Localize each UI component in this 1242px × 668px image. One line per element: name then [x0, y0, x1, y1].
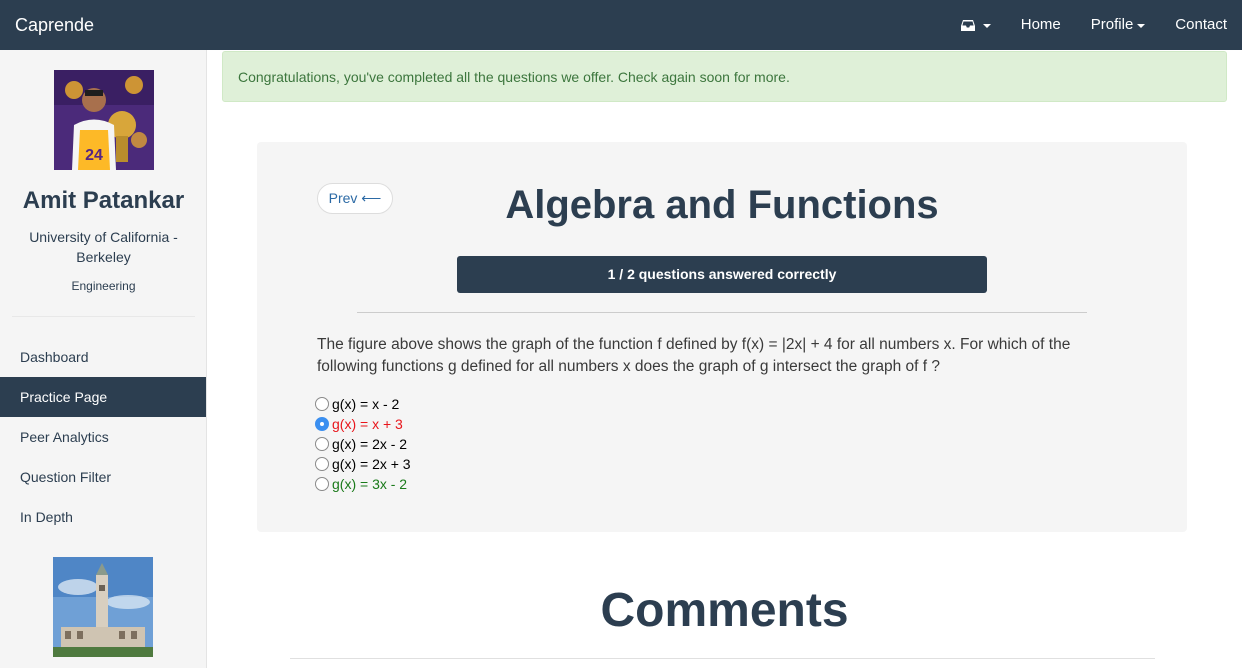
answer-choice-label: g(x) = 3x - 2: [332, 476, 408, 492]
radio-button[interactable]: [315, 477, 329, 491]
success-alert: Congratulations, you've completed all th…: [222, 51, 1227, 102]
answer-choice[interactable]: g(x) = x - 2: [315, 394, 411, 414]
user-school: University of California - Berkeley: [29, 229, 178, 265]
answer-choice[interactable]: g(x) = 2x - 2: [315, 434, 411, 454]
avatar: 24: [54, 70, 154, 170]
sidebar: 24 Amit Patankar University of Californi…: [0, 50, 207, 668]
answer-choice[interactable]: g(x) = 2x + 3: [315, 454, 411, 474]
progress-banner: 1 / 2 questions answered correctly: [457, 256, 987, 293]
sidebar-item-practice-page[interactable]: Practice Page: [0, 377, 206, 417]
answer-choice-label: g(x) = 2x + 3: [332, 456, 411, 472]
answer-choices: g(x) = x - 2 g(x) = x + 3 g(x) = 2x - 2 …: [315, 394, 411, 494]
nav-contact[interactable]: Contact: [1160, 0, 1242, 50]
sidebar-item-peer-analytics[interactable]: Peer Analytics: [0, 417, 206, 457]
comments-heading: Comments: [600, 584, 849, 637]
sidebar-item-dashboard[interactable]: Dashboard: [0, 337, 206, 377]
question-text: The figure above shows the graph of the …: [317, 336, 1071, 375]
user-major: Engineering: [71, 279, 136, 293]
question-panel: Algebra and Functions Prev ⟵ 1 / 2 quest…: [257, 142, 1187, 532]
sidebar-item-in-depth[interactable]: In Depth: [0, 497, 206, 537]
inbox-icon: [960, 19, 975, 31]
university-image: [53, 557, 153, 657]
nav-contact-label: Contact: [1175, 16, 1227, 33]
brand-logo[interactable]: Caprende: [15, 15, 94, 35]
nav-profile-label: Profile: [1090, 16, 1134, 33]
radio-button[interactable]: [315, 437, 329, 451]
divider: [357, 312, 1087, 313]
nav-profile-dropdown[interactable]: Profile: [1076, 0, 1161, 50]
chevron-down-icon: [1137, 24, 1146, 28]
answer-choice[interactable]: g(x) = x + 3: [315, 414, 411, 434]
sidebar-nav: Dashboard Practice Page Peer Analytics Q…: [0, 337, 206, 537]
radio-button[interactable]: [315, 457, 329, 471]
page-title: Algebra and Functions: [505, 183, 939, 227]
nav-home-label: Home: [1020, 16, 1061, 33]
radio-button[interactable]: [315, 397, 329, 411]
nav-home[interactable]: Home: [1006, 0, 1076, 50]
top-navbar: Caprende Home Profile Contact: [0, 0, 1242, 50]
inbox-dropdown[interactable]: [946, 19, 1006, 32]
sidebar-item-question-filter[interactable]: Question Filter: [0, 457, 206, 497]
user-name: Amit Patankar: [22, 187, 185, 214]
radio-button[interactable]: [315, 417, 329, 431]
navbar-links: Home Profile Contact: [946, 0, 1242, 50]
answer-choice[interactable]: g(x) = 3x - 2: [315, 474, 411, 494]
answer-choice-label: g(x) = 2x - 2: [332, 436, 408, 452]
answer-choice-label: g(x) = x - 2: [332, 396, 400, 412]
svg-text:24: 24: [85, 147, 103, 164]
avatar-photo: 24: [54, 70, 154, 170]
comments-divider: [290, 658, 1155, 659]
prev-button[interactable]: Prev ⟵: [317, 183, 393, 214]
answer-choice-label: g(x) = x + 3: [332, 416, 403, 432]
sidebar-divider: [12, 316, 195, 317]
chevron-down-icon: [982, 24, 991, 28]
